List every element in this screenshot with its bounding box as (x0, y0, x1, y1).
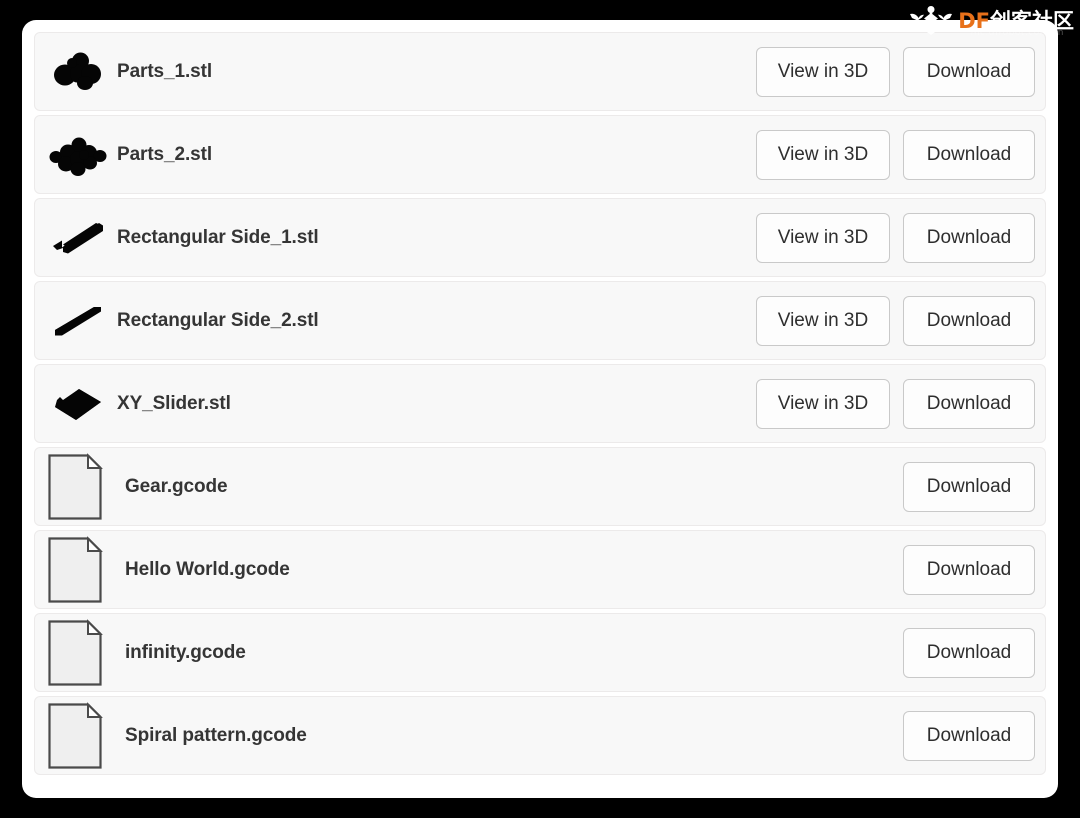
file-list-card: Parts_1.stl View in 3D Download Parts_2.st… (22, 20, 1058, 798)
file-row-info: Gear.gcode (47, 452, 903, 522)
download-button[interactable]: Download (903, 46, 1035, 97)
document-page-icon (47, 701, 111, 771)
download-button[interactable]: Download (903, 129, 1035, 180)
download-button[interactable]: Download (903, 461, 1035, 512)
file-name: Rectangular Side_1.stl (117, 226, 319, 248)
download-button[interactable]: Download (903, 295, 1035, 346)
file-row-actions: View in 3D Download (756, 378, 1035, 429)
view-in-3d-button[interactable]: View in 3D (756, 295, 890, 346)
file-row-info: Parts_2.stl (47, 127, 756, 183)
file-name: Rectangular Side_2.stl (117, 309, 319, 331)
file-row-actions: Download (903, 710, 1035, 761)
file-row-actions: Download (903, 544, 1035, 595)
document-page-icon (47, 452, 111, 522)
file-row[interactable]: Rectangular Side_1.stl View in 3D Download (34, 198, 1046, 277)
download-button[interactable]: Download (903, 544, 1035, 595)
file-name: Parts_1.stl (117, 60, 213, 82)
download-button[interactable]: Download (903, 212, 1035, 263)
file-row-actions: Download (903, 627, 1035, 678)
document-page-icon (47, 618, 111, 688)
file-row[interactable]: Parts_1.stl View in 3D Download (34, 32, 1046, 111)
file-row[interactable]: Spiral pattern.gcode Download (34, 696, 1046, 775)
document-page-icon (47, 535, 111, 605)
view-in-3d-button[interactable]: View in 3D (756, 129, 890, 180)
stl-plate-icon (47, 376, 109, 432)
stl-rectangular-slab-icon (47, 293, 109, 349)
download-button[interactable]: Download (903, 378, 1035, 429)
file-row-info: Spiral pattern.gcode (47, 701, 903, 771)
screen-root: DF 创客社区 mc.dfrobot.com.cn Parts_1.stl Vie… (0, 0, 1080, 818)
view-in-3d-button[interactable]: View in 3D (756, 46, 890, 97)
file-row-actions: View in 3D Download (756, 295, 1035, 346)
file-row[interactable]: Gear.gcode Download (34, 447, 1046, 526)
file-row[interactable]: Rectangular Side_2.stl View in 3D Download (34, 281, 1046, 360)
stl-parts-cluster-icon (47, 44, 109, 100)
file-row-info: Rectangular Side_2.stl (47, 293, 756, 349)
file-name: Hello World.gcode (125, 558, 290, 580)
view-in-3d-button[interactable]: View in 3D (756, 212, 890, 263)
file-row[interactable]: Hello World.gcode Download (34, 530, 1046, 609)
file-row-info: Rectangular Side_1.stl (47, 210, 756, 266)
stl-parts-cluster-large-icon (47, 127, 109, 183)
file-row-actions: View in 3D Download (756, 46, 1035, 97)
file-row-actions: View in 3D Download (756, 129, 1035, 180)
stl-rectangular-bar-icon (47, 210, 109, 266)
file-row-info: Parts_1.stl (47, 44, 756, 100)
file-list: Parts_1.stl View in 3D Download Parts_2.st… (34, 32, 1046, 775)
file-name: XY_Slider.stl (117, 392, 231, 414)
file-row-actions: Download (903, 461, 1035, 512)
file-row-info: infinity.gcode (47, 618, 903, 688)
file-row-info: XY_Slider.stl (47, 376, 756, 432)
file-row[interactable]: infinity.gcode Download (34, 613, 1046, 692)
view-in-3d-button[interactable]: View in 3D (756, 378, 890, 429)
file-name: Gear.gcode (125, 475, 228, 497)
file-row[interactable]: XY_Slider.stl View in 3D Download (34, 364, 1046, 443)
file-name: Spiral pattern.gcode (125, 724, 307, 746)
file-row-actions: View in 3D Download (756, 212, 1035, 263)
download-button[interactable]: Download (903, 627, 1035, 678)
download-button[interactable]: Download (903, 710, 1035, 761)
file-row[interactable]: Parts_2.stl View in 3D Download (34, 115, 1046, 194)
file-name: Parts_2.stl (117, 143, 213, 165)
file-name: infinity.gcode (125, 641, 246, 663)
file-row-info: Hello World.gcode (47, 535, 903, 605)
